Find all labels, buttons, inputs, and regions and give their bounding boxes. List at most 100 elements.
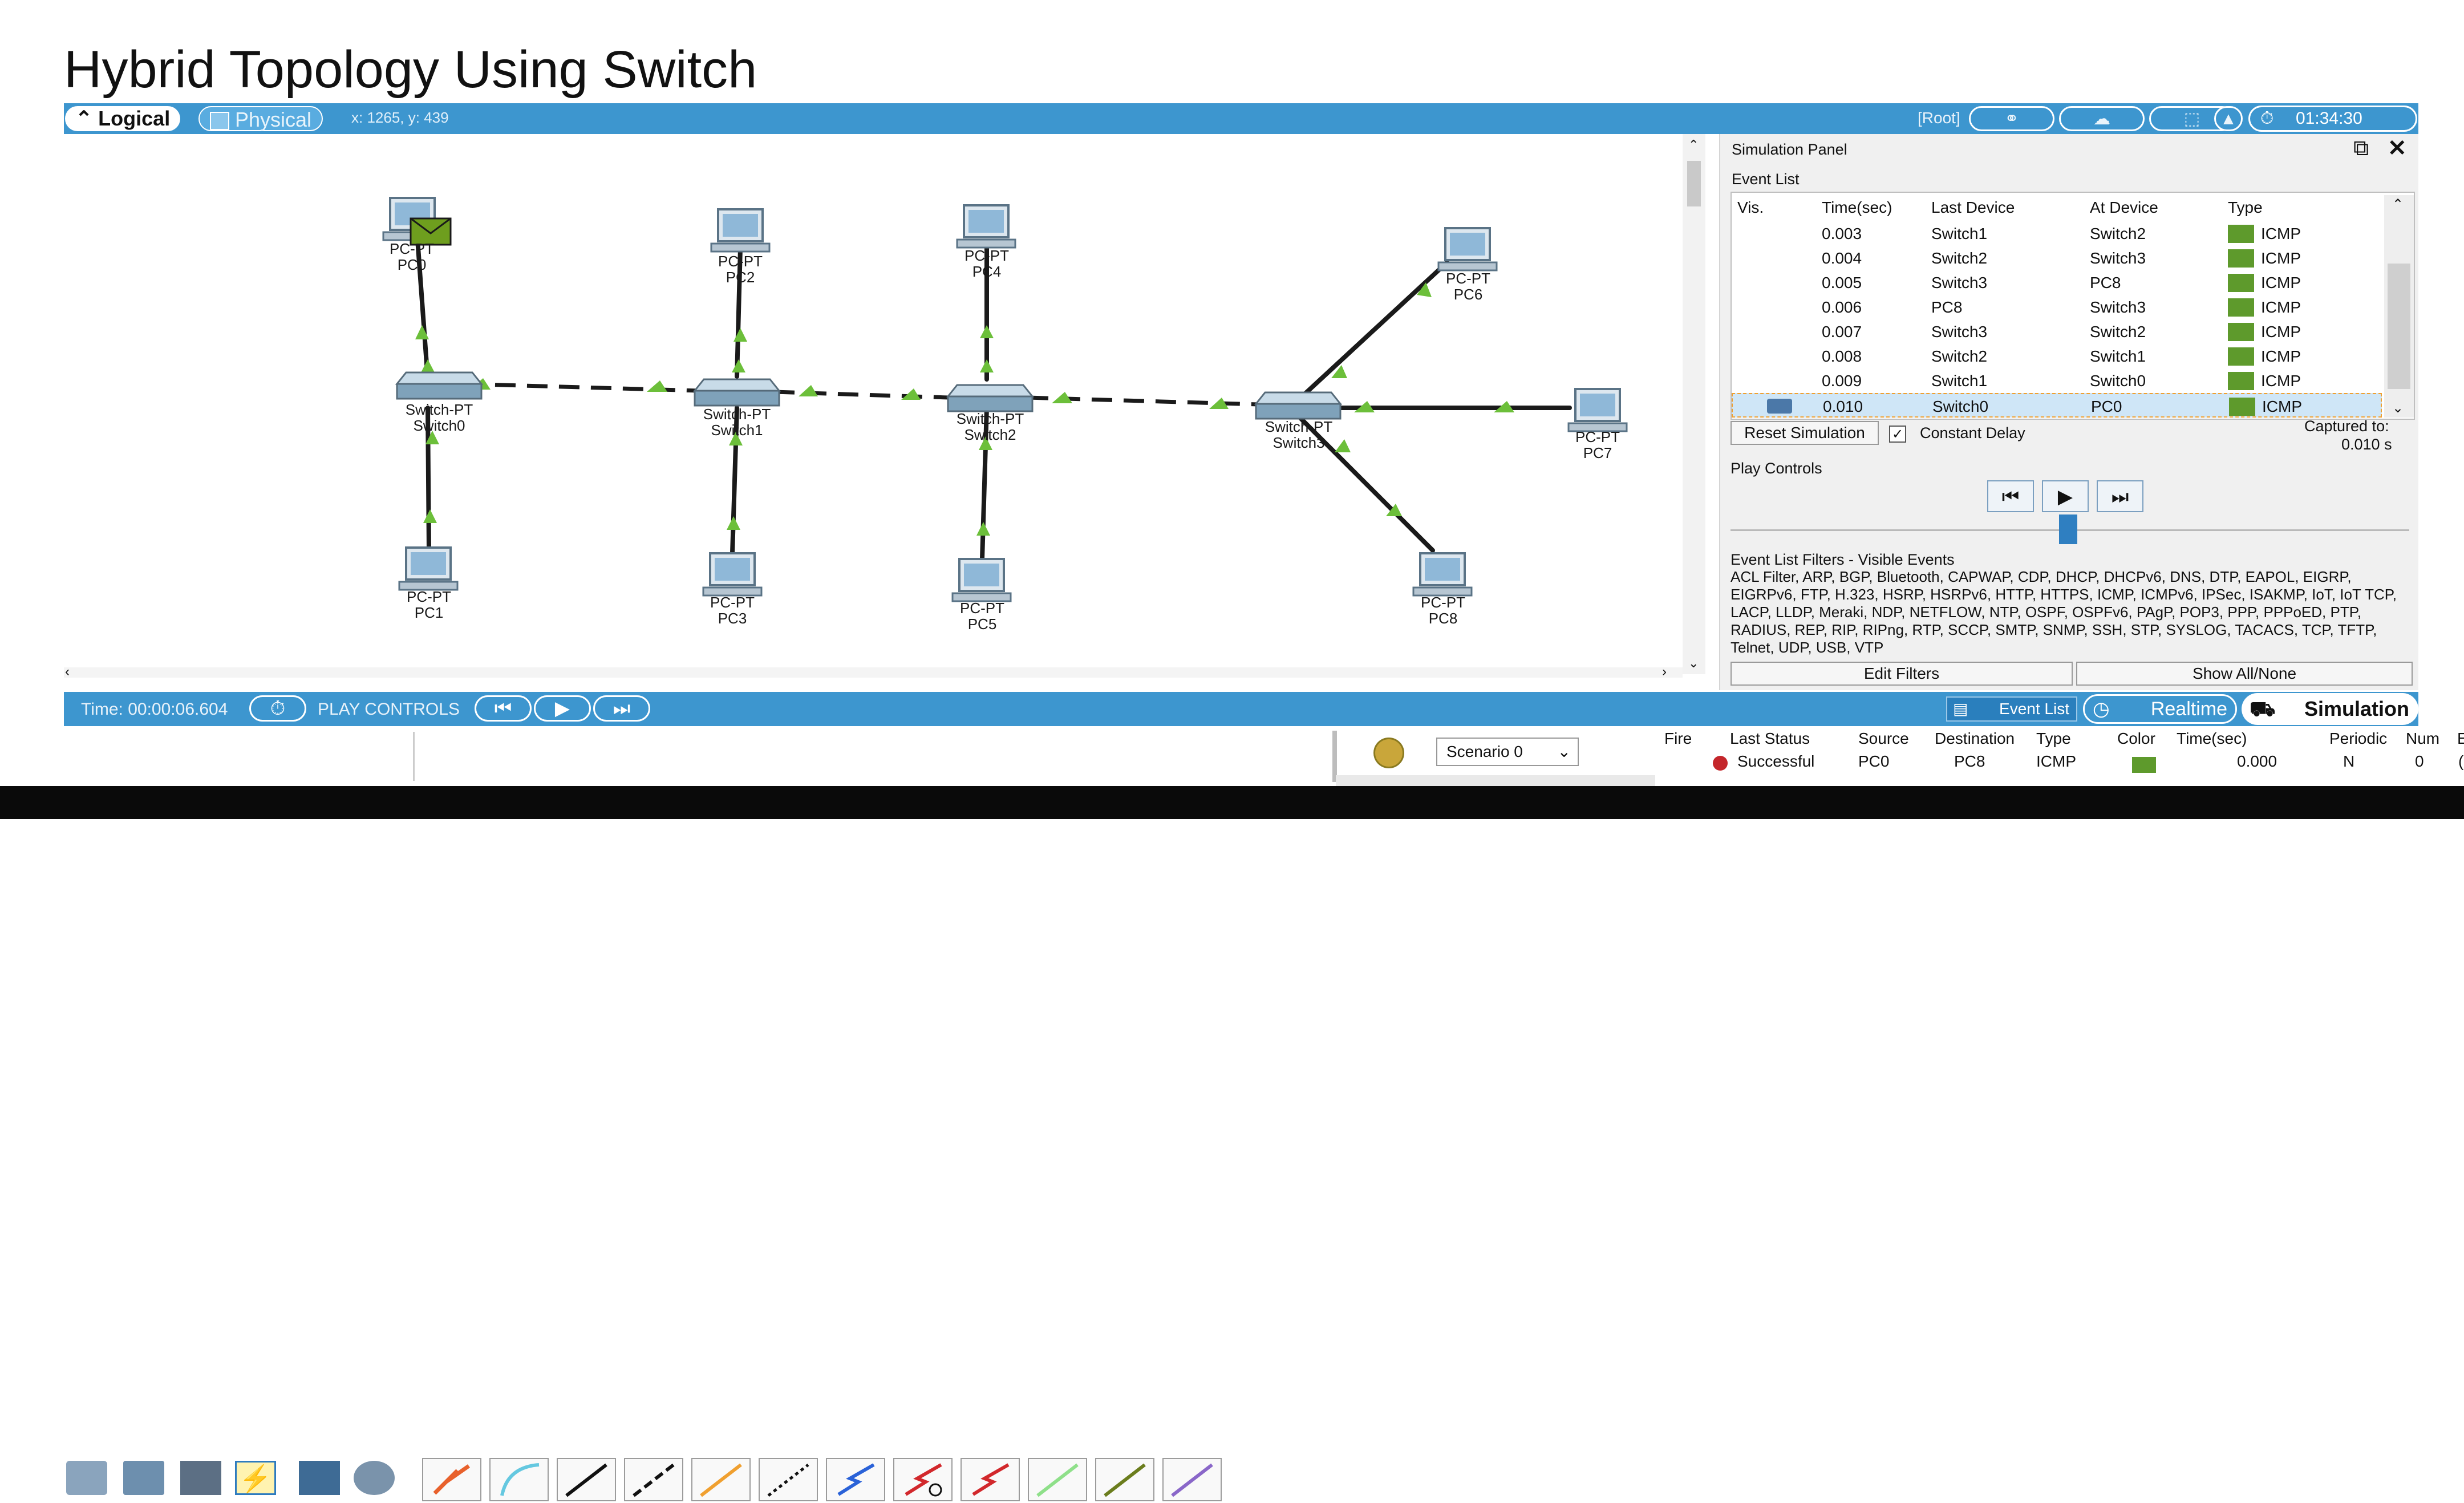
- event-row[interactable]: 0.006 PC8 Switch3 ICMP: [1732, 295, 2382, 319]
- step-forward-button[interactable]: ⏭: [2097, 480, 2143, 512]
- pdu-color-swatch: [2132, 757, 2156, 773]
- event-type: ICMP: [2261, 372, 2301, 390]
- visibility-eye-icon[interactable]: [1767, 399, 1792, 414]
- realtime-mode-button[interactable]: ◷ Realtime: [2083, 694, 2237, 724]
- scroll-down-icon[interactable]: ⌄: [1688, 656, 1699, 671]
- misc-icon[interactable]: [299, 1461, 340, 1495]
- play-icon: ▶: [2057, 486, 2073, 508]
- root-label[interactable]: [Root]: [1918, 109, 1960, 127]
- scroll-thumb[interactable]: [2388, 264, 2410, 389]
- tab-physical[interactable]: Physical: [198, 106, 323, 131]
- octal-cable-icon[interactable]: [1028, 1458, 1087, 1501]
- serial-dce-icon[interactable]: [893, 1458, 953, 1501]
- workspace-vertical-scrollbar[interactable]: ⌃ ⌄: [1683, 134, 1705, 674]
- bottom-step-forward-button[interactable]: ⏭: [593, 695, 650, 722]
- topology-canvas: PC-PT PC0 PC-PT PC2 PC-PT PC4 PC-PT PC6 …: [382, 197, 1628, 633]
- iot-cable-icon[interactable]: [1095, 1458, 1154, 1501]
- step-back-button[interactable]: ⏮: [1987, 480, 2034, 512]
- new-cluster-button[interactable]: ⚭: [1969, 106, 2054, 131]
- power-cycle-button[interactable]: ⏱: [249, 695, 306, 722]
- fire-icon[interactable]: [1713, 756, 1728, 771]
- play-button[interactable]: ▶: [2042, 480, 2089, 512]
- pdu-edit[interactable]: (e: [2458, 752, 2464, 771]
- components-icon[interactable]: [180, 1461, 221, 1495]
- reset-simulation-button[interactable]: Reset Simulation: [1731, 421, 1879, 445]
- bottom-step-back-button[interactable]: ⏮: [475, 695, 532, 722]
- device-name-label: PC5: [968, 615, 997, 633]
- tab-logical[interactable]: ⌃ Logical: [65, 106, 181, 131]
- auto-cable-icon[interactable]: [422, 1458, 481, 1501]
- fiber-icon[interactable]: [691, 1458, 751, 1501]
- event-last-device: Switch0: [1932, 398, 1989, 415]
- device-type-label: Switch-PT: [957, 410, 1024, 427]
- speed-slider-handle[interactable]: [2059, 514, 2077, 544]
- scenario-buttons[interactable]: [1336, 775, 1655, 787]
- scenario-select[interactable]: Scenario 0 ⌄: [1436, 738, 1579, 766]
- event-last-device: Switch3: [1931, 274, 1988, 291]
- event-row[interactable]: 0.010 Switch0 PC0 ICMP: [1732, 393, 2382, 418]
- event-row[interactable]: 0.005 Switch3 PC8 ICMP: [1732, 270, 2382, 295]
- end-devices-icon[interactable]: [123, 1461, 164, 1495]
- scroll-right-icon[interactable]: ›: [1662, 664, 1667, 680]
- scroll-up-icon[interactable]: ⌃: [1688, 137, 1699, 152]
- pdu-col-header: Num: [2406, 730, 2440, 747]
- phone-cable-icon[interactable]: [759, 1458, 818, 1501]
- bottom-play-button[interactable]: ▶: [534, 695, 591, 722]
- tab-physical-label: Physical: [235, 108, 312, 131]
- pdu-list: Fire Last Status Source Destination Type Colo…: [1664, 726, 2464, 786]
- connections-icon[interactable]: ⚡: [235, 1461, 276, 1495]
- event-type: ICMP: [2261, 347, 2301, 365]
- event-row[interactable]: 0.009 Switch1 Switch0 ICMP: [1732, 368, 2382, 393]
- step-back-icon: ⏮: [2001, 486, 2020, 508]
- coaxial-icon[interactable]: [826, 1458, 885, 1501]
- clock-time: 01:34:30: [2296, 109, 2362, 128]
- show-all-none-button[interactable]: Show All/None: [2076, 662, 2413, 686]
- event-last-device: Switch2: [1931, 347, 1988, 365]
- new-scenario-icon[interactable]: [1373, 738, 1404, 768]
- event-last-device: Switch1: [1931, 225, 1988, 242]
- logical-workspace[interactable]: PC-PT PC0 PC-PT PC2 PC-PT PC4 PC-PT PC6 …: [64, 134, 1681, 674]
- console-cable-icon[interactable]: [489, 1458, 549, 1501]
- vertical-scroll-thumb[interactable]: [1687, 161, 1701, 206]
- simulation-mode-button[interactable]: ⛟ Simulation: [2242, 693, 2418, 725]
- event-row[interactable]: 0.007 Switch3 Switch2 ICMP: [1732, 319, 2382, 344]
- move-object-button[interactable]: ☁: [2059, 106, 2145, 131]
- realtime-bar: Time: 00:00:06.604 ⏱ PLAY CONTROLS ⏮ ▶ ⏭…: [64, 692, 2418, 726]
- device-type-label: Switch-PT: [703, 406, 771, 423]
- panel-splitter[interactable]: [1332, 731, 1337, 782]
- col-vis: Vis.: [1737, 198, 1764, 216]
- constant-delay-checkbox[interactable]: ✓: [1889, 426, 1906, 443]
- workspace-horizontal-scrollbar[interactable]: ‹ ›: [64, 664, 1683, 680]
- close-icon[interactable]: ✕: [2388, 135, 2407, 161]
- event-at-device: Switch3: [2090, 298, 2146, 316]
- scroll-left-icon[interactable]: ‹: [65, 664, 70, 680]
- step-back-icon: ⏮: [494, 698, 512, 719]
- scenario-select-value: Scenario 0: [1446, 743, 1523, 760]
- event-list-scrollbar[interactable]: ⌃ ⌄: [2384, 195, 2414, 418]
- event-list-toggle[interactable]: ▤ Event List: [1946, 696, 2077, 722]
- edit-filters-button[interactable]: Edit Filters: [1731, 662, 2073, 686]
- event-type: ICMP: [2261, 298, 2301, 316]
- event-type: ICMP: [2261, 225, 2301, 242]
- multiuser-icon[interactable]: [354, 1461, 395, 1495]
- scroll-up-icon[interactable]: ⌃: [2392, 196, 2404, 213]
- col-time: Time(sec): [1822, 198, 1892, 216]
- device-name-label: PC1: [415, 604, 444, 621]
- usb-cable-icon[interactable]: [1162, 1458, 1222, 1501]
- network-devices-icon[interactable]: [66, 1461, 107, 1495]
- copper-cross-icon[interactable]: [624, 1458, 683, 1501]
- stopwatch-icon: ⏱: [270, 698, 286, 719]
- event-time: 0.006: [1822, 298, 1862, 316]
- undock-icon[interactable]: ⧉: [2353, 136, 2369, 161]
- event-color-swatch: [2228, 249, 2254, 268]
- copper-straight-icon[interactable]: [557, 1458, 616, 1501]
- pdu-col-header: Time(sec): [2177, 730, 2247, 747]
- pdu-destination: PC8: [1954, 752, 1985, 770]
- event-row[interactable]: 0.004 Switch2 Switch3 ICMP: [1732, 246, 2382, 270]
- environment-button[interactable]: ▲: [2214, 106, 2243, 131]
- scroll-down-icon[interactable]: ⌄: [2392, 400, 2404, 416]
- serial-dte-icon[interactable]: [961, 1458, 1020, 1501]
- pdu-col-header: Fire: [1664, 730, 1692, 747]
- event-row[interactable]: 0.003 Switch1 Switch2 ICMP: [1732, 221, 2382, 246]
- event-row[interactable]: 0.008 Switch2 Switch1 ICMP: [1732, 344, 2382, 368]
